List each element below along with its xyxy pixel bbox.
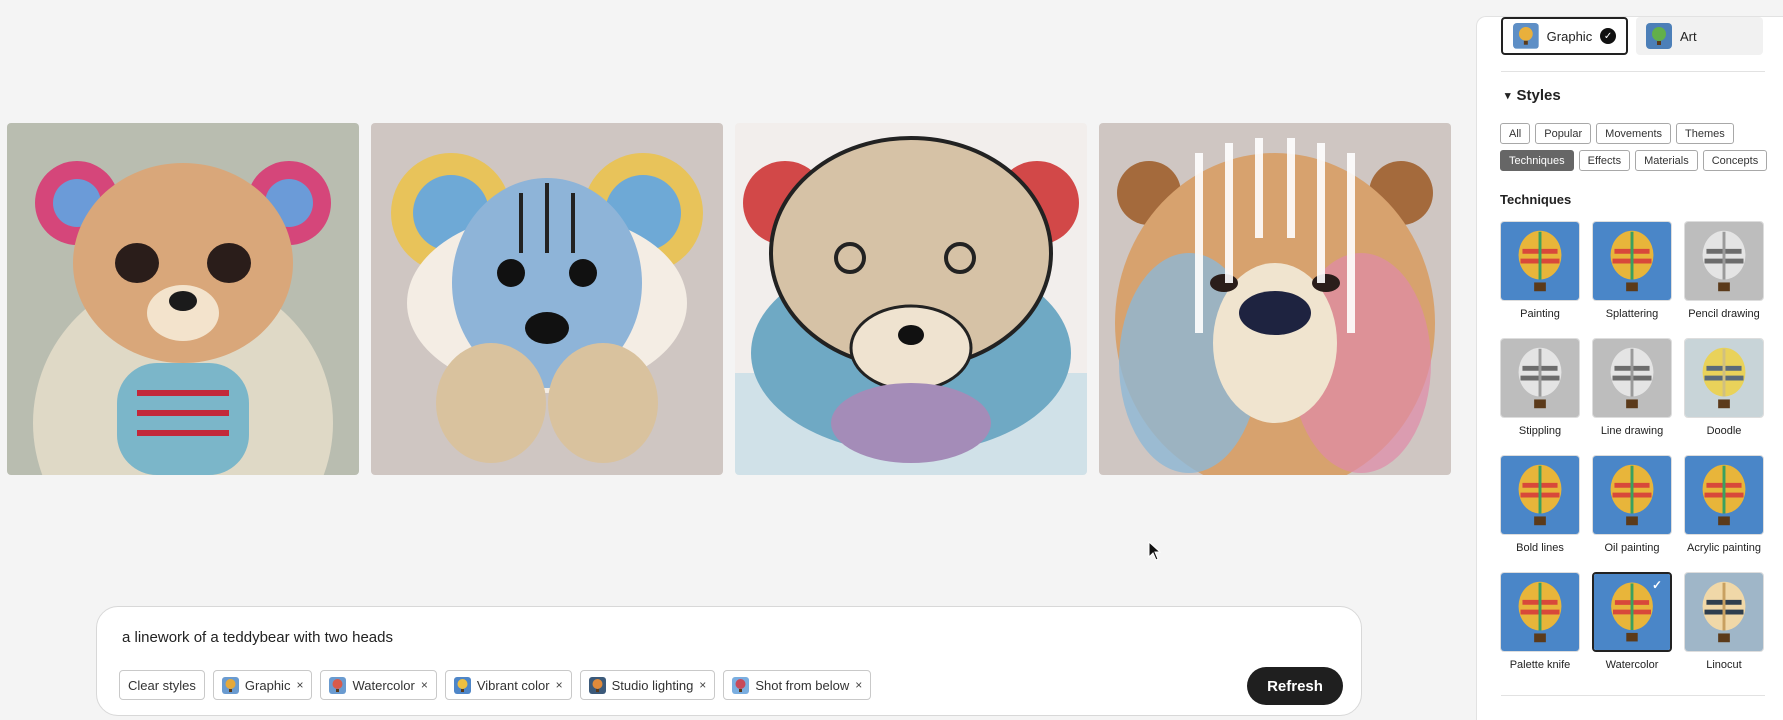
bear-image-2[interactable]	[371, 123, 723, 475]
balloon-thumbnail-icon	[1500, 455, 1580, 535]
technique-tile-palette-knife[interactable]: Palette knife	[1500, 572, 1580, 689]
style-chip-studio-lighting[interactable]: Studio lighting ×	[579, 670, 716, 700]
generated-images-grid	[7, 123, 1451, 475]
technique-label: Pencil drawing	[1688, 308, 1760, 320]
technique-tiles: Painting Splattering Pencil drawing Stippli…	[1500, 221, 1764, 689]
style-chip-watercolor[interactable]: Watercolor ×	[320, 670, 437, 700]
balloon-thumb-icon	[453, 676, 471, 694]
styles-section-toggle[interactable]: ▾ Styles	[1505, 87, 1561, 104]
technique-label: Bold lines	[1516, 542, 1564, 554]
balloon-thumb-icon	[329, 676, 347, 694]
technique-label: Oil painting	[1604, 542, 1660, 554]
balloon-thumb-icon	[732, 676, 750, 694]
remove-chip-icon[interactable]: ×	[421, 678, 428, 692]
balloon-thumbnail-icon	[1500, 221, 1580, 301]
techniques-title: Techniques	[1500, 192, 1572, 207]
technique-tile-line-drawing[interactable]: Line drawing	[1592, 338, 1672, 455]
balloon-thumbnail-icon	[1592, 455, 1672, 535]
technique-label: Line drawing	[1600, 425, 1664, 437]
technique-tile-doodle[interactable]: Doodle	[1684, 338, 1764, 455]
filter-techniques[interactable]: Techniques	[1500, 150, 1574, 171]
chip-label: Vibrant color	[476, 677, 550, 693]
balloon-thumbnail-icon	[1684, 221, 1764, 301]
technique-label: Watercolor	[1605, 659, 1659, 671]
bear-image-3[interactable]	[735, 123, 1087, 475]
technique-label: Linocut	[1706, 659, 1742, 671]
technique-tile-linocut[interactable]: Linocut	[1684, 572, 1764, 689]
clear-styles-label: Clear styles	[128, 677, 196, 693]
style-panel: Graphic ✓ Art ▾ Styles All Popular Movem…	[1476, 16, 1783, 720]
technique-tile-stippling[interactable]: Stippling	[1500, 338, 1580, 455]
technique-label: Acrylic painting	[1687, 542, 1761, 554]
balloon-thumb-icon	[221, 676, 239, 694]
divider	[1501, 71, 1765, 72]
balloon-thumb-icon	[1646, 23, 1672, 49]
style-chips: Clear styles Graphic × Watercolor × Vibr…	[119, 670, 872, 700]
balloon-thumbnail-icon	[1500, 338, 1580, 418]
chip-label: Graphic	[244, 677, 291, 693]
filter-popular[interactable]: Popular	[1535, 123, 1592, 144]
filter-materials[interactable]: Materials	[1635, 150, 1698, 171]
checkmark-icon: ✓	[1600, 28, 1616, 44]
divider	[1501, 695, 1765, 696]
style-filters: All Popular Movements Themes Techniques …	[1500, 123, 1770, 171]
technique-tile-acrylic-painting[interactable]: Acrylic painting	[1684, 455, 1764, 572]
technique-tile-splattering[interactable]: Splattering	[1592, 221, 1672, 338]
balloon-thumbnail-icon	[1500, 572, 1580, 652]
technique-tile-oil-painting[interactable]: Oil painting	[1592, 455, 1672, 572]
balloon-thumbnail-icon	[1592, 338, 1672, 418]
styles-title: Styles	[1516, 87, 1561, 104]
content-type-label: Art	[1680, 28, 1697, 44]
balloon-thumbnail-icon	[1592, 221, 1672, 301]
balloon-thumb-icon	[1513, 23, 1539, 49]
content-type-row: Graphic ✓ Art	[1501, 17, 1763, 55]
filter-concepts[interactable]: Concepts	[1702, 150, 1768, 171]
technique-label: Painting	[1520, 308, 1560, 320]
technique-tile-pencil-drawing[interactable]: Pencil drawing	[1684, 221, 1764, 338]
style-chip-graphic[interactable]: Graphic ×	[212, 670, 313, 700]
chip-label: Watercolor	[352, 677, 415, 693]
style-chip-vibrant-color[interactable]: Vibrant color ×	[444, 670, 572, 700]
remove-chip-icon[interactable]: ×	[699, 678, 706, 692]
balloon-thumbnail-icon: ✓	[1592, 572, 1672, 652]
balloon-thumb-icon	[588, 676, 606, 694]
content-type-label: Graphic	[1546, 28, 1593, 44]
bear-image-1[interactable]	[7, 123, 359, 475]
technique-tile-painting[interactable]: Painting	[1500, 221, 1580, 338]
content-type-graphic[interactable]: Graphic ✓	[1501, 17, 1628, 55]
technique-label: Splattering	[1605, 308, 1659, 320]
chevron-down-icon: ▾	[1505, 90, 1511, 102]
filter-themes[interactable]: Themes	[1676, 123, 1734, 144]
clear-styles-button[interactable]: Clear styles	[119, 670, 205, 700]
remove-chip-icon[interactable]: ×	[296, 678, 303, 692]
technique-label: Palette knife	[1509, 659, 1571, 671]
technique-tile-watercolor[interactable]: ✓ Watercolor	[1592, 572, 1672, 689]
content-type-art[interactable]: Art	[1636, 17, 1763, 55]
technique-tile-bold-lines[interactable]: Bold lines	[1500, 455, 1580, 572]
bear-image-4[interactable]	[1099, 123, 1451, 475]
checkmark-icon: ✓	[1652, 578, 1663, 592]
filter-effects[interactable]: Effects	[1578, 150, 1631, 171]
technique-label: Stippling	[1518, 425, 1562, 437]
filter-movements[interactable]: Movements	[1596, 123, 1672, 144]
remove-chip-icon[interactable]: ×	[556, 678, 563, 692]
technique-label: Doodle	[1706, 425, 1742, 437]
mouse-cursor-icon	[1148, 540, 1162, 566]
prompt-input[interactable]: a linework of a teddybear with two heads	[122, 629, 393, 646]
balloon-thumbnail-icon	[1684, 455, 1764, 535]
filter-all[interactable]: All	[1500, 123, 1531, 144]
prompt-box: a linework of a teddybear with two heads…	[96, 606, 1362, 716]
chip-label: Studio lighting	[611, 677, 694, 693]
remove-chip-icon[interactable]: ×	[855, 678, 862, 692]
balloon-thumbnail-icon	[1684, 572, 1764, 652]
style-chip-shot-from-below[interactable]: Shot from below ×	[723, 670, 872, 700]
refresh-button[interactable]: Refresh	[1247, 667, 1343, 705]
chip-label: Shot from below	[755, 677, 850, 693]
balloon-thumbnail-icon	[1684, 338, 1764, 418]
